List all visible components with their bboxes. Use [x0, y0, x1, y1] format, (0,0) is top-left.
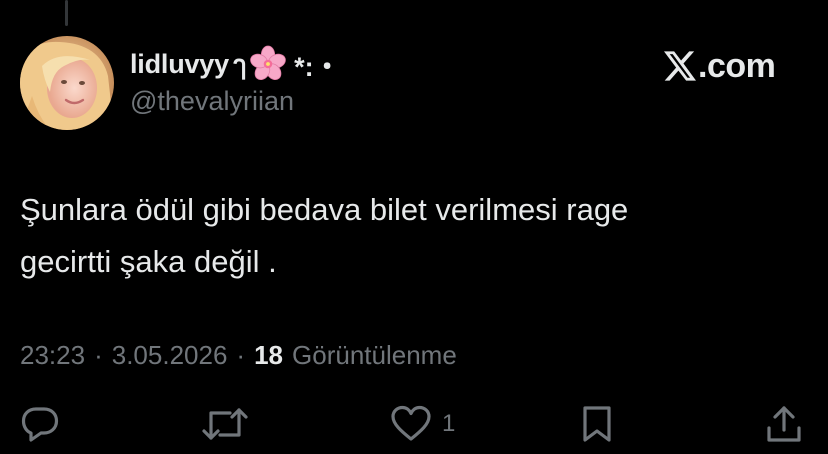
views-count: 18 [254, 339, 284, 370]
tweet-time[interactable]: 23:23 [20, 340, 85, 371]
display-name[interactable]: lidluvyy [130, 49, 229, 80]
action-bar: 1 [0, 402, 828, 446]
reply-button[interactable] [20, 402, 60, 446]
tweet-date[interactable]: 3.05.2026 [112, 340, 228, 371]
repost-button[interactable] [200, 402, 250, 446]
x-logo-icon [664, 51, 696, 81]
avatar-image [20, 36, 114, 130]
name-decoration-suffix: *:・ [294, 51, 341, 82]
meta-separator: · [236, 339, 246, 370]
meta-separator: · [94, 339, 103, 370]
repost-icon [202, 408, 248, 440]
like-button[interactable]: 1 [390, 402, 455, 446]
bookmark-button[interactable] [580, 402, 614, 446]
views-label: Görüntülenme [292, 339, 457, 370]
brand-suffix: .com [698, 46, 776, 85]
name-decoration-prefix: ๅ [232, 49, 247, 80]
share-button[interactable] [764, 402, 804, 446]
tweet-meta: 23:23 · 3.05.2026 · 18 Görüntülenme [20, 336, 457, 374]
author-handle[interactable]: @thevalyriian [130, 86, 294, 117]
reply-icon [21, 407, 59, 442]
heart-icon [391, 405, 431, 441]
tweet-text-line-2: gecirtti şaka değil . [20, 244, 277, 279]
bookmark-icon [583, 406, 611, 442]
cherry-blossom-icon [250, 45, 286, 81]
thread-connector-line [65, 0, 68, 26]
tweet-text-line-1: Şunlara ödül gibi bedava bilet verilmesi… [20, 192, 629, 227]
like-count: 1 [442, 410, 456, 437]
tweet-text: Şunlara ödül gibi bedava bilet verilmesi… [20, 184, 810, 288]
avatar[interactable] [20, 36, 114, 130]
brand-watermark: .com [664, 44, 776, 88]
author-name-row[interactable]: lidluvyy ๅ *:・ [130, 44, 341, 84]
share-icon [767, 406, 801, 442]
